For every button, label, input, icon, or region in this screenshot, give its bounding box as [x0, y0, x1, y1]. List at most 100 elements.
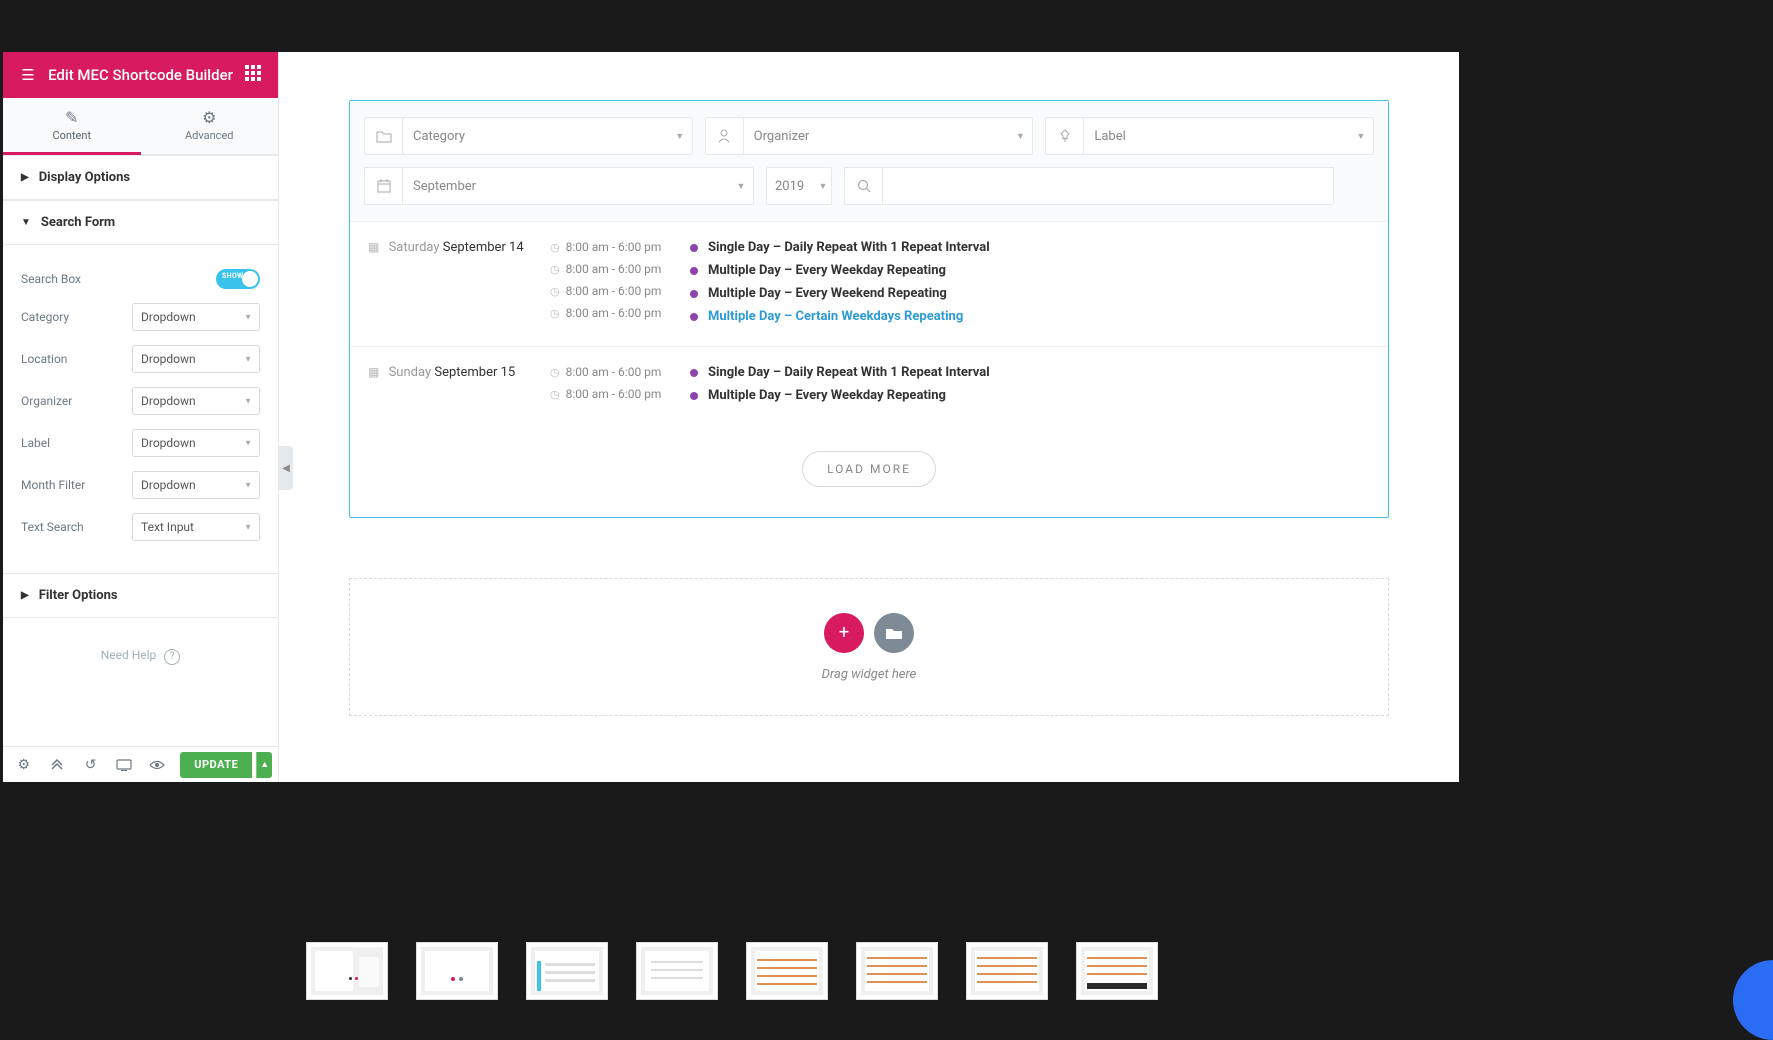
- thumbnail[interactable]: [416, 942, 498, 1000]
- event-time: ◷8:00 am - 6:00 pm: [550, 240, 690, 254]
- filter-label[interactable]: Label ▼: [1045, 117, 1374, 155]
- calendar-small-icon: ▦: [368, 365, 379, 379]
- sidebar-title: Edit MEC Shortcode Builder: [43, 66, 238, 84]
- thumbnail[interactable]: [966, 942, 1048, 1000]
- event-dot-icon: [690, 244, 698, 252]
- form-row-label: Text Search: [21, 520, 132, 534]
- event-dot-icon: [690, 369, 698, 377]
- update-button[interactable]: UPDATE: [180, 752, 252, 778]
- filter-year[interactable]: 2019 ▼: [766, 167, 832, 205]
- tab-advanced[interactable]: ⚙ Advanced: [141, 98, 279, 154]
- filter-category[interactable]: Category ▼: [364, 117, 693, 155]
- chat-bubble-icon[interactable]: [1733, 960, 1773, 1040]
- day-heading: ▦ Saturday September 14: [350, 240, 550, 332]
- section-filter-options-label: Filter Options: [39, 588, 118, 603]
- form-row-label: Organizer: [21, 394, 132, 408]
- load-more-button[interactable]: LOAD MORE: [802, 451, 936, 487]
- form-row-label: Location: [21, 352, 132, 366]
- event-time: ◷8:00 am - 6:00 pm: [550, 306, 690, 320]
- update-caret-button[interactable]: ▲: [256, 752, 272, 778]
- folder-icon: [365, 117, 403, 155]
- event-row[interactable]: Single Day – Daily Repeat With 1 Repeat …: [690, 365, 1388, 380]
- responsive-icon[interactable]: [109, 750, 138, 780]
- event-title: Single Day – Daily Repeat With 1 Repeat …: [708, 240, 990, 255]
- filter-year-select[interactable]: 2019: [767, 168, 815, 204]
- thumbnail[interactable]: [306, 942, 388, 1000]
- folder-widget-button[interactable]: [874, 613, 914, 653]
- form-row-select[interactable]: Dropdown: [132, 429, 260, 457]
- event-time: ◷8:00 am - 6:00 pm: [550, 365, 690, 379]
- day-heading: ▦ Sunday September 15: [350, 365, 550, 411]
- form-row-label: Category: [21, 310, 132, 324]
- clock-icon: ◷: [550, 366, 560, 379]
- settings-icon[interactable]: ⚙: [9, 750, 38, 780]
- thumbnail[interactable]: [1076, 942, 1158, 1000]
- search-input[interactable]: [883, 168, 1333, 204]
- sidebar-collapse-handle[interactable]: ◀: [279, 446, 293, 490]
- thumbnail-strip: [306, 942, 1158, 1000]
- tab-advanced-label: Advanced: [185, 129, 233, 142]
- form-row-select[interactable]: Text Input: [132, 513, 260, 541]
- thumbnail[interactable]: [526, 942, 608, 1000]
- hamburger-icon[interactable]: ☰: [13, 66, 43, 84]
- event-row[interactable]: Multiple Day – Every Weekday Repeating: [690, 263, 1388, 278]
- event-title: Multiple Day – Every Weekday Repeating: [708, 263, 946, 278]
- event-time: ◷8:00 am - 6:00 pm: [550, 387, 690, 401]
- filter-month[interactable]: September ▼: [364, 167, 754, 205]
- caret-down-icon: ▼: [21, 217, 31, 228]
- event-time: ◷8:00 am - 6:00 pm: [550, 284, 690, 298]
- event-row[interactable]: Multiple Day – Every Weekday Repeating: [690, 388, 1388, 403]
- caret-right-icon: ▶: [21, 590, 29, 601]
- event-title: Multiple Day – Every Weekday Repeating: [708, 388, 946, 403]
- help-icon: ?: [164, 649, 180, 665]
- event-row[interactable]: Multiple Day – Every Weekend Repeating: [690, 286, 1388, 301]
- dropzone-text: Drag widget here: [822, 667, 917, 682]
- thumbnail[interactable]: [746, 942, 828, 1000]
- section-display-options-label: Display Options: [39, 170, 130, 185]
- event-row[interactable]: Single Day – Daily Repeat With 1 Repeat …: [690, 240, 1388, 255]
- section-filter-options[interactable]: ▶ Filter Options: [3, 573, 278, 618]
- form-row-select[interactable]: Dropdown: [132, 303, 260, 331]
- event-dot-icon: [690, 290, 698, 298]
- calendar-preview: Category ▼ Organizer ▼ Lab: [349, 100, 1389, 518]
- navigator-icon[interactable]: [42, 750, 71, 780]
- section-display-options[interactable]: ▶ Display Options: [3, 155, 278, 200]
- form-row-select[interactable]: Dropdown: [132, 471, 260, 499]
- filter-search[interactable]: [844, 167, 1334, 205]
- search-box-toggle[interactable]: [216, 269, 260, 289]
- tab-content[interactable]: ✎ Content: [3, 98, 141, 154]
- filter-category-select[interactable]: Category: [403, 118, 668, 154]
- need-help-label: Need Help: [101, 648, 157, 662]
- filter-month-select[interactable]: September: [403, 168, 729, 204]
- calendar-icon: [365, 167, 403, 205]
- pin-icon: [1046, 117, 1084, 155]
- filter-label-select[interactable]: Label: [1084, 118, 1349, 154]
- add-widget-button[interactable]: +: [824, 613, 864, 653]
- event-title: Single Day – Daily Repeat With 1 Repeat …: [708, 365, 990, 380]
- event-title: Multiple Day – Every Weekend Repeating: [708, 286, 947, 301]
- clock-icon: ◷: [550, 285, 560, 298]
- clock-icon: ◷: [550, 307, 560, 320]
- event-row[interactable]: Multiple Day – Certain Weekdays Repeatin…: [690, 309, 1388, 324]
- chevron-down-icon: ▼: [815, 181, 831, 192]
- thumbnail[interactable]: [856, 942, 938, 1000]
- preview-icon[interactable]: [143, 750, 172, 780]
- form-row-select[interactable]: Dropdown: [132, 345, 260, 373]
- widget-dropzone[interactable]: + Drag widget here: [349, 578, 1389, 716]
- clock-icon: ◷: [550, 388, 560, 401]
- chevron-down-icon: ▼: [729, 181, 753, 192]
- user-icon: [706, 117, 744, 155]
- need-help-link[interactable]: Need Help ?: [3, 618, 278, 695]
- apps-icon[interactable]: [238, 65, 268, 85]
- form-row-label: Month Filter: [21, 478, 132, 492]
- thumbnail[interactable]: [636, 942, 718, 1000]
- filter-organizer-select[interactable]: Organizer: [744, 118, 1009, 154]
- history-icon[interactable]: ↺: [76, 750, 105, 780]
- calendar-small-icon: ▦: [368, 240, 379, 254]
- form-row-select[interactable]: Dropdown: [132, 387, 260, 415]
- caret-right-icon: ▶: [21, 172, 29, 183]
- filter-organizer[interactable]: Organizer ▼: [705, 117, 1034, 155]
- section-search-form[interactable]: ▼ Search Form: [3, 200, 278, 245]
- gear-icon: ⚙: [141, 108, 279, 127]
- chevron-down-icon: ▼: [668, 131, 692, 142]
